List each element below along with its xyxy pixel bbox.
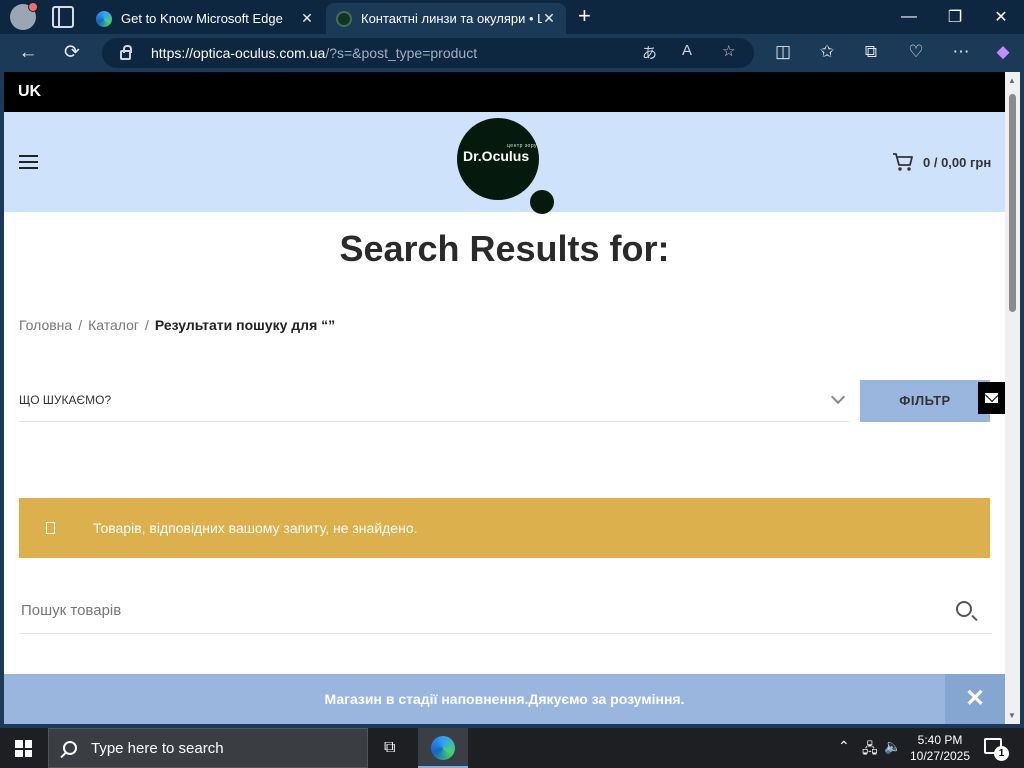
search-icon[interactable] — [956, 601, 972, 617]
taskbar-edge-app[interactable] — [418, 728, 468, 768]
hamburger-menu-icon[interactable] — [19, 155, 38, 169]
clock-time: 5:40 PM — [917, 733, 963, 747]
scrollbar-thumb[interactable] — [1009, 94, 1016, 312]
url-text[interactable]: https://optica-oculus.com.ua/?s=&post_ty… — [151, 45, 477, 61]
envelope-icon — [985, 393, 998, 403]
lock-icon[interactable] — [120, 45, 132, 60]
refresh-icon[interactable]: ⟳ — [60, 42, 84, 64]
browser-essentials-icon[interactable]: ♡ — [903, 42, 929, 62]
cart-button[interactable]: 0 / 0,00 грн — [892, 152, 991, 172]
cart-total: 0 / 0,00 грн — [923, 154, 992, 170]
page-scrollbar[interactable]: ▲ ▼ — [1005, 72, 1020, 724]
scroll-up-icon[interactable]: ▲ — [1008, 76, 1016, 85]
product-search-input[interactable]: Пошук товарів — [19, 592, 992, 634]
breadcrumb-current: Результати пошуку для “” — [154, 317, 336, 333]
address-bar[interactable]: https://optica-oculus.com.ua/?s=&post_ty… — [102, 38, 754, 68]
translate-icon[interactable]: あ — [642, 42, 657, 63]
filter-button[interactable]: ФІЛЬТР — [860, 380, 990, 422]
page-title: Search Results for: — [339, 228, 670, 269]
window-close-button[interactable]: ✕ — [978, 0, 1024, 34]
tab-optica-oculus[interactable]: Контактні линзи та окуляри • Це ✕ — [326, 3, 566, 34]
task-view-icon[interactable]: ⧉ — [384, 739, 395, 757]
new-tab-button[interactable]: + — [578, 5, 591, 27]
breadcrumb-home[interactable]: Головна — [19, 317, 72, 333]
no-products-notice: Товарів, відповідних вашому запиту, не з… — [19, 498, 990, 558]
taskbar-search-placeholder: Type here to search — [91, 739, 224, 757]
scroll-down-icon[interactable]: ▼ — [1008, 711, 1016, 720]
split-screen-icon[interactable]: ◫ — [770, 42, 796, 62]
windows-start-icon[interactable] — [15, 740, 32, 757]
tab-get-to-know-edge[interactable]: Get to Know Microsoft Edge ✕ — [86, 3, 324, 34]
notice-text: Товарів, відповідних вашому запиту, не з… — [93, 520, 418, 536]
language-switcher[interactable]: UK — [4, 72, 1005, 112]
breadcrumb: Головна / Каталог / Результати пошуку дл… — [19, 317, 335, 333]
tab-actions-icon[interactable] — [52, 6, 74, 28]
mail-contact-button[interactable] — [978, 382, 1005, 414]
filter-dropdown-label: ЩО ШУКАЄМО? — [19, 393, 112, 407]
minimize-button[interactable]: — — [886, 0, 932, 34]
back-arrow-icon[interactable]: ← — [16, 42, 40, 64]
favorite-star-icon[interactable]: ☆ — [722, 42, 735, 60]
edge-icon — [431, 736, 455, 760]
volume-icon[interactable]: 🔈 — [884, 738, 901, 755]
site-logo[interactable]: центр зору Dr.Oculus — [457, 118, 539, 200]
notification-center-icon[interactable]: 1 — [984, 738, 1009, 761]
profile-avatar-icon[interactable] — [10, 2, 38, 30]
product-search-placeholder: Пошук товарів — [21, 602, 122, 619]
copilot-icon[interactable]: ◆ — [990, 42, 1016, 62]
cart-icon — [893, 153, 913, 171]
collections-icon[interactable]: ⧉ — [858, 42, 884, 62]
notification-count: 1 — [994, 746, 1009, 761]
taskbar-clock[interactable]: 5:40 PM 10/27/2025 — [904, 732, 976, 764]
info-icon — [46, 522, 55, 534]
taskbar-search-box[interactable]: Type here to search — [48, 728, 368, 768]
clock-date: 10/27/2025 — [909, 749, 971, 763]
breadcrumb-separator: / — [145, 317, 149, 333]
page-viewport: UK центр зору Dr.Oculus 0 / 0,00 грн Sea… — [4, 72, 1005, 724]
read-aloud-icon[interactable]: A — [682, 42, 692, 59]
favorites-icon[interactable]: ✩ — [814, 42, 840, 62]
more-menu-icon[interactable]: ⋯ — [948, 42, 974, 62]
browser-tab-bar: Get to Know Microsoft Edge ✕ Контактні л… — [0, 0, 1024, 34]
address-toolbar: ← ⟳ https://optica-oculus.com.ua/?s=&pos… — [0, 34, 1024, 72]
tab-title: Get to Know Microsoft Edge — [121, 11, 283, 26]
restore-button[interactable]: ❐ — [932, 0, 978, 34]
tab-close-button[interactable]: ✕ — [542, 10, 556, 27]
store-notice-text: Магазин в стадії наповнення.Дякуємо за р… — [324, 691, 685, 707]
store-notice-banner: Магазин в стадії наповнення.Дякуємо за р… — [4, 674, 1005, 724]
site-favicon-icon — [336, 10, 352, 27]
tab-close-button[interactable]: ✕ — [300, 10, 314, 27]
edge-favicon-icon — [96, 10, 112, 27]
breadcrumb-separator: / — [78, 317, 83, 333]
network-icon[interactable]: 🖧 — [862, 738, 878, 762]
tab-title: Контактні линзи та окуляри • Це — [361, 11, 542, 26]
windows-taskbar: Type here to search ⧉ ⌃ 🖧 🔈 5:40 PM 10/2… — [0, 728, 1024, 768]
tray-chevron-up-icon[interactable]: ⌃ — [838, 738, 850, 755]
site-header: центр зору Dr.Oculus 0 / 0,00 грн — [4, 112, 1005, 214]
filter-dropdown[interactable]: ЩО ШУКАЄМО? — [19, 379, 849, 422]
logo-dot — [530, 190, 554, 214]
banner-close-button[interactable]: ✕ — [945, 674, 1005, 724]
breadcrumb-catalog[interactable]: Каталог — [88, 317, 139, 333]
logo-name: Dr.Oculus — [463, 148, 530, 164]
chevron-down-icon — [830, 389, 846, 405]
search-icon — [63, 741, 77, 755]
